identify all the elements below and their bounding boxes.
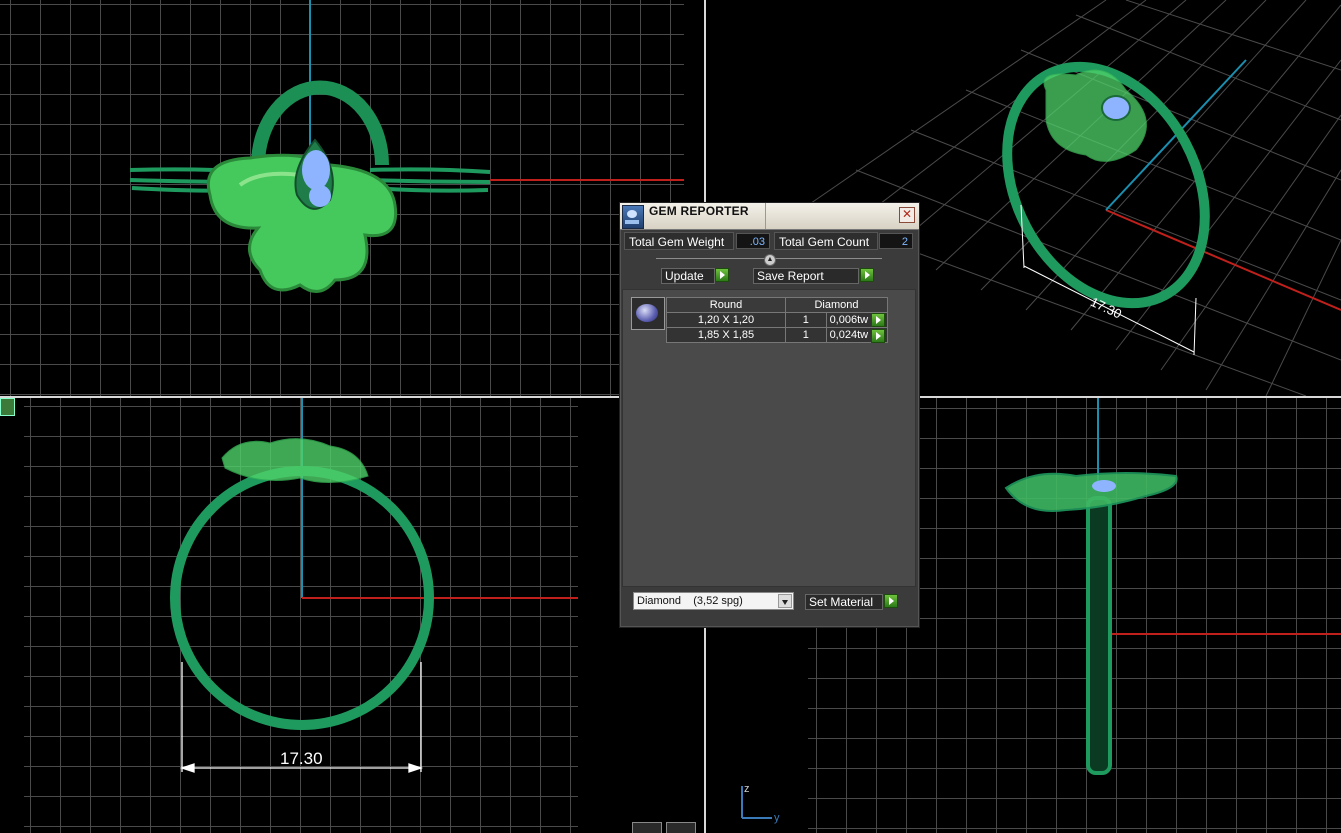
gem-size: 1,20 X 1,20 xyxy=(666,312,786,328)
top-view-model xyxy=(129,0,684,293)
viewport-front[interactable]: 17.30 xyxy=(0,398,704,833)
update-button[interactable]: Update xyxy=(661,268,715,284)
gem-reporter-app-icon xyxy=(622,205,644,229)
total-gem-weight-value: .03 xyxy=(736,233,770,249)
collapse-toggle-icon[interactable]: ▲ xyxy=(764,254,776,266)
front-view-model: 17.30 xyxy=(170,398,578,773)
round-diamond-icon[interactable] xyxy=(631,297,665,330)
save-report-button[interactable]: Save Report xyxy=(753,268,859,284)
axis-label-y: y xyxy=(774,812,780,824)
gem-table: Round Diamond 1,20 X 1,20 1 0,006tw 1,85… xyxy=(666,297,889,343)
total-gem-count-label: Total Gem Count xyxy=(774,232,878,250)
table-row[interactable]: 1,20 X 1,20 1 0,006tw xyxy=(666,312,889,328)
gem-quantity: 1 xyxy=(785,312,827,328)
material-select[interactable]: Diamond (3,52 spg) xyxy=(633,592,794,610)
axis-label-z: z xyxy=(744,783,750,795)
chevron-down-icon[interactable] xyxy=(778,594,792,608)
close-icon[interactable]: ✕ xyxy=(899,207,915,223)
gem-size: 1,85 X 1,85 xyxy=(666,327,786,343)
gem-quantity: 1 xyxy=(785,327,827,343)
column-header-shape: Round xyxy=(666,297,786,313)
table-row[interactable]: 1,85 X 1,85 1 0,024tw xyxy=(666,327,889,343)
set-material-go-icon[interactable] xyxy=(884,594,898,608)
save-report-button-label: Save Report xyxy=(757,269,824,283)
set-material-button[interactable]: Set Material xyxy=(805,594,883,610)
update-go-icon[interactable] xyxy=(715,268,729,282)
front-dimension: 17.30 xyxy=(280,749,323,768)
viewport-top[interactable] xyxy=(0,0,704,396)
view-tool-button[interactable] xyxy=(632,822,662,833)
gem-list[interactable]: Round Diamond 1,20 X 1,20 1 0,006tw 1,85… xyxy=(622,289,916,587)
gem-reporter-title: GEM REPORTER xyxy=(649,204,749,218)
row-1-go-icon[interactable] xyxy=(871,313,885,327)
set-material-button-label: Set Material xyxy=(809,595,874,609)
titlebar-separator xyxy=(765,203,766,229)
total-gem-weight-label: Total Gem Weight xyxy=(624,232,734,250)
column-header-material: Diamond xyxy=(785,297,888,313)
total-gem-count-value: 2 xyxy=(879,233,913,249)
save-report-go-icon[interactable] xyxy=(860,268,874,282)
rotate-tool-button[interactable] xyxy=(666,822,696,833)
row-2-go-icon[interactable] xyxy=(871,329,885,343)
material-select-value: Diamond (3,52 spg) xyxy=(637,595,743,607)
gem-reporter-panel: GEM REPORTER ✕ Total Gem Weight .03 Tota… xyxy=(619,202,920,628)
update-button-label: Update xyxy=(665,269,704,283)
gem-reporter-titlebar[interactable]: GEM REPORTER ✕ xyxy=(620,203,919,230)
